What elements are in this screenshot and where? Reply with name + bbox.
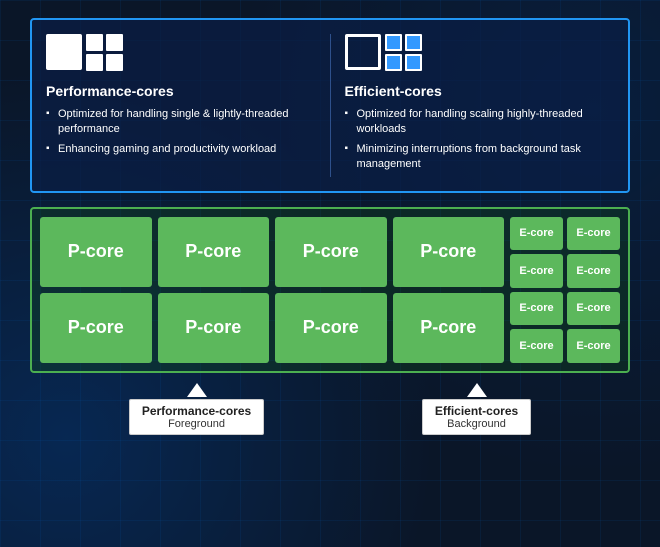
e-core-bullet-2: Minimizing interruptions from background… [345, 142, 615, 173]
e-core-icon-square [345, 34, 381, 70]
e-core-label-text: Efficient-cores Background [422, 399, 531, 435]
p-core-label-box: Performance-cores Foreground [129, 383, 264, 435]
e-core-list: Optimized for handling scaling highly-th… [345, 107, 615, 177]
e-core-title: Efficient-cores [345, 83, 615, 99]
p-cores-grid: P-core P-core P-core P-core P-core P-cor… [40, 217, 504, 363]
p-core-bullet-2: Enhancing gaming and productivity worklo… [46, 142, 316, 157]
e-core-cell-2: E-core [567, 217, 620, 251]
grid-cell-4 [106, 54, 123, 71]
top-info-section: Performance-cores Optimized for handling… [30, 18, 630, 193]
bottom-labels: Performance-cores Foreground Efficient-c… [30, 383, 630, 435]
p-core-title: Performance-cores [46, 83, 316, 99]
e-core-info-box: Efficient-cores Optimized for handling s… [345, 34, 615, 177]
p-core-label-text: Performance-cores Foreground [129, 399, 264, 435]
p-core-label-sub: Foreground [142, 418, 251, 430]
e-core-icon-grid [385, 34, 422, 71]
e-grid-cell-4 [405, 54, 422, 71]
e-core-cell-4: E-core [567, 254, 620, 288]
main-container: Performance-cores Optimized for handling… [0, 0, 660, 547]
e-core-cell-5: E-core [510, 292, 563, 326]
p-core-cell-5: P-core [40, 293, 152, 363]
vertical-divider [330, 34, 331, 177]
grid-cell-3 [86, 54, 103, 71]
p-core-cell-7: P-core [275, 293, 387, 363]
e-core-label-box: Efficient-cores Background [422, 383, 531, 435]
p-core-icon [46, 34, 316, 71]
e-core-label-main: Efficient-cores [435, 404, 518, 418]
p-core-arrow-up [187, 383, 207, 397]
grid-cell-2 [106, 34, 123, 51]
e-core-cell-1: E-core [510, 217, 563, 251]
e-core-cell-7: E-core [510, 329, 563, 363]
e-core-icon [345, 34, 615, 71]
p-core-icon-square [46, 34, 82, 70]
e-grid-cell-3 [385, 54, 402, 71]
e-core-cell-8: E-core [567, 329, 620, 363]
e-grid-cell-1 [385, 34, 402, 51]
p-core-cell-3: P-core [275, 217, 387, 287]
e-core-cell-6: E-core [567, 292, 620, 326]
grid-cell-1 [86, 34, 103, 51]
p-core-bullet-1: Optimized for handling single & lightly-… [46, 107, 316, 138]
p-core-icon-grid [86, 34, 123, 71]
p-core-cell-1: P-core [40, 217, 152, 287]
e-core-bullet-1: Optimized for handling scaling highly-th… [345, 107, 615, 138]
core-section: P-core P-core P-core P-core P-core P-cor… [30, 207, 630, 373]
p-core-label-main: Performance-cores [142, 404, 251, 418]
e-core-label-sub: Background [435, 418, 518, 430]
p-core-cell-6: P-core [158, 293, 270, 363]
p-core-list: Optimized for handling single & lightly-… [46, 107, 316, 161]
e-core-cell-3: E-core [510, 254, 563, 288]
p-core-cell-4: P-core [393, 217, 505, 287]
p-core-info-box: Performance-cores Optimized for handling… [46, 34, 316, 177]
e-core-arrow-up [467, 383, 487, 397]
p-core-cell-2: P-core [158, 217, 270, 287]
e-grid-cell-2 [405, 34, 422, 51]
e-cores-grid: E-core E-core E-core E-core E-core E-cor… [510, 217, 620, 363]
p-core-cell-8: P-core [393, 293, 505, 363]
